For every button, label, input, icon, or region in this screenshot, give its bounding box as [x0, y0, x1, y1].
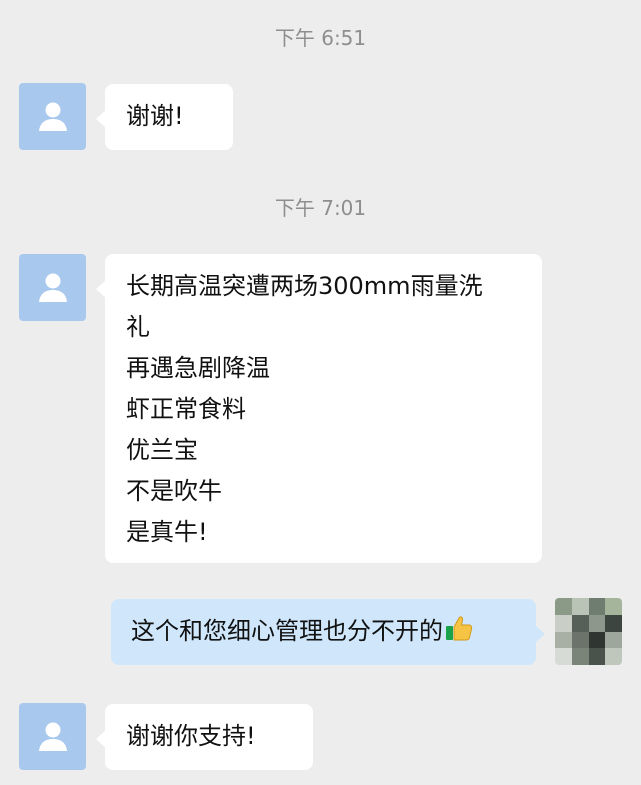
default-user-icon: [38, 273, 67, 302]
contact-avatar[interactable]: [19, 254, 86, 321]
default-user-icon: [38, 722, 67, 751]
message-text: 礼: [126, 313, 150, 341]
outgoing-message-bubble[interactable]: 这个和您细心管理也分不开的: [111, 599, 545, 665]
message-text: 长期高温突遭两场300mm雨量洗: [126, 272, 483, 300]
timestamp: 下午 6:51: [274, 26, 367, 50]
message-text: 谢谢你支持!: [126, 722, 256, 750]
timestamp: 下午 7:01: [274, 196, 367, 220]
message-line: 这个和您细心管理也分不开的: [131, 611, 536, 652]
message-text: 再遇急剧降温: [126, 354, 270, 382]
default-user-icon: [38, 102, 67, 131]
message-text: 谢谢!: [126, 102, 184, 130]
message-text: 是真牛!: [126, 518, 208, 546]
contact-avatar[interactable]: [19, 703, 86, 770]
message-text: 不是吹牛: [126, 477, 222, 505]
message-text: 虾正常食料: [126, 395, 246, 423]
incoming-message-bubble[interactable]: 长期高温突遭两场300mm雨量洗 礼 再遇急剧降温 虾正常食料 优兰宝 不是吹牛…: [96, 254, 542, 563]
my-avatar[interactable]: [555, 598, 622, 665]
contact-avatar[interactable]: [19, 83, 86, 150]
message-text: 优兰宝: [126, 436, 198, 464]
message-text: 这个和您细心管理也分不开的: [131, 617, 443, 645]
thumbs-up-icon: [446, 616, 473, 641]
incoming-message-bubble[interactable]: 谢谢你支持!: [96, 704, 313, 770]
incoming-message-bubble[interactable]: 谢谢!: [96, 84, 233, 150]
